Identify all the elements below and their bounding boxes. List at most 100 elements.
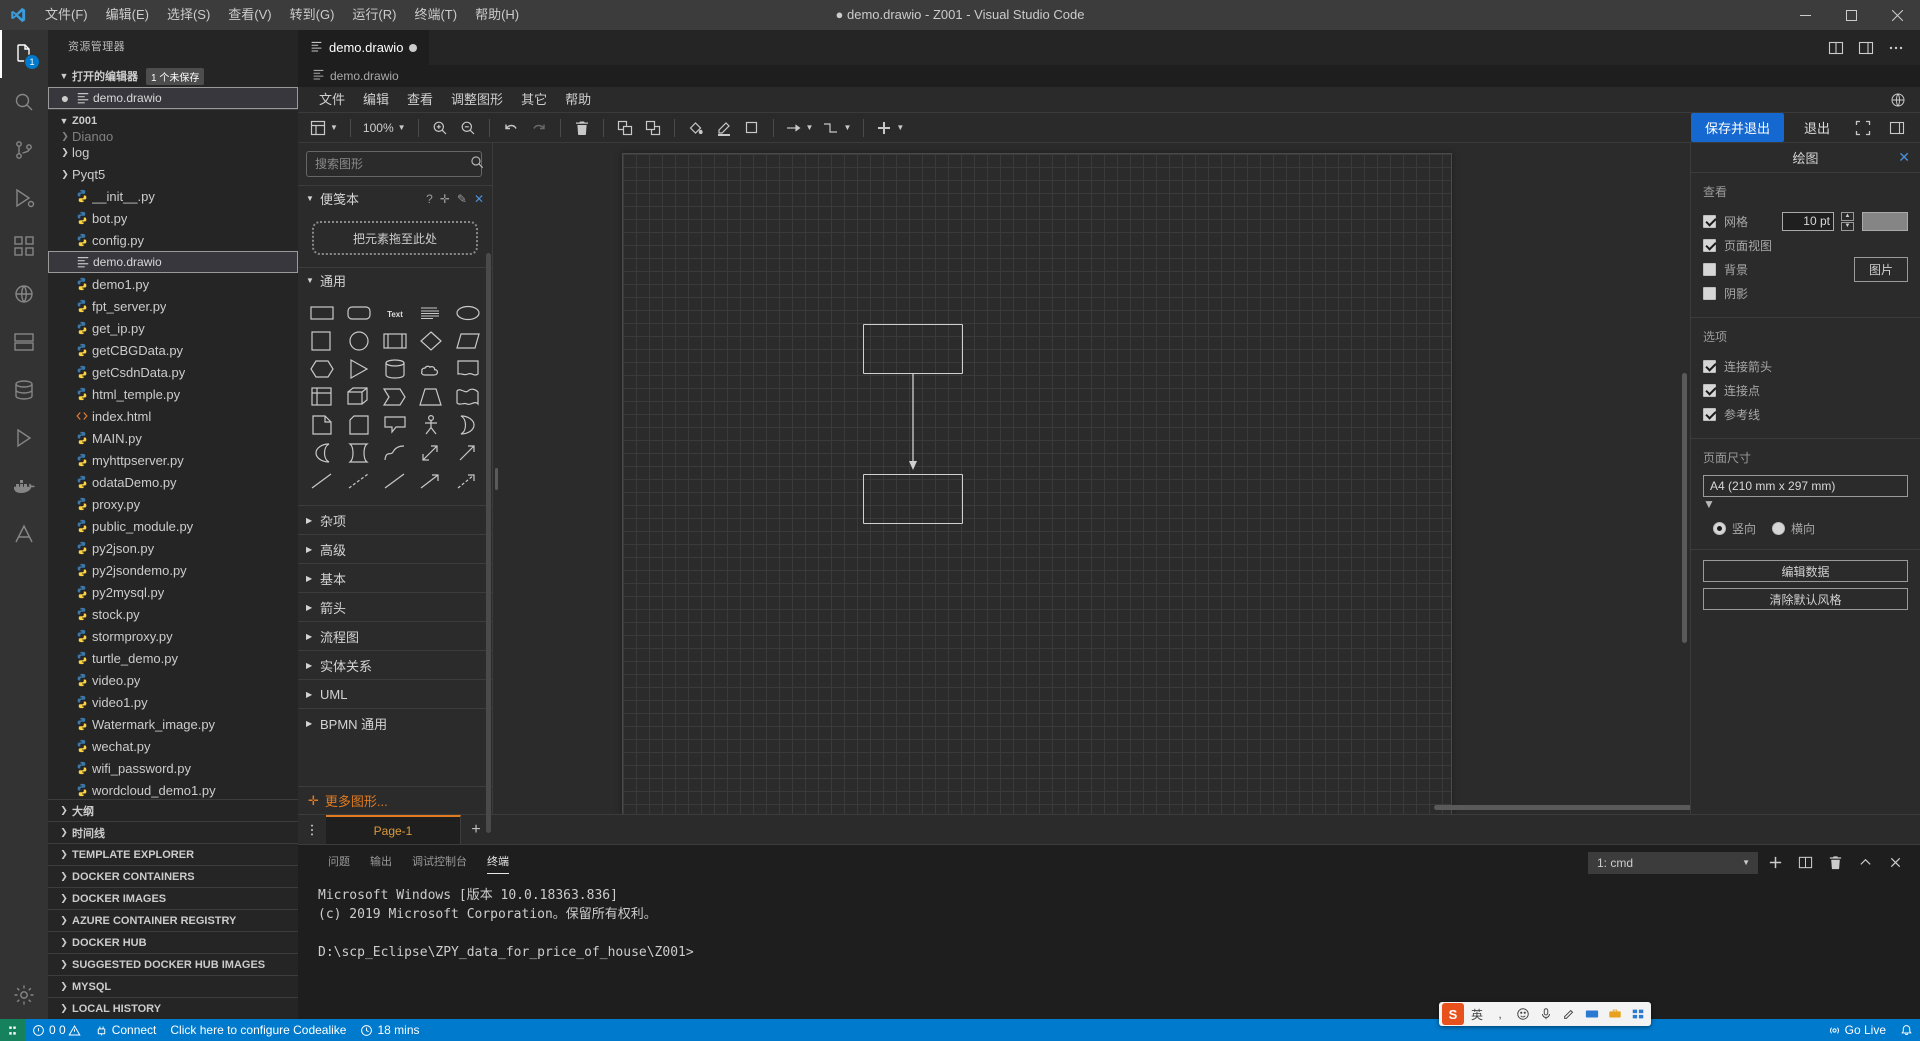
shape-tape[interactable] <box>450 383 486 411</box>
shape-document[interactable] <box>450 355 486 383</box>
shape-category-杂项[interactable]: ▶ 杂项 <box>298 505 492 534</box>
shape-category-BPMN 通用[interactable]: ▶ BPMN 通用 <box>298 708 492 737</box>
new-terminal-icon[interactable] <box>1762 850 1788 876</box>
menu-edit[interactable]: 编辑(E) <box>97 0 158 30</box>
shape-and[interactable] <box>304 439 340 467</box>
delete-icon[interactable] <box>569 115 595 141</box>
orientation-landscape[interactable]: 横向 <box>1772 520 1815 537</box>
tree-file-demo1-py[interactable]: demo1.py <box>48 273 298 295</box>
sidebar-item-server[interactable] <box>0 318 48 366</box>
panel-tabs[interactable]: 问题 输出 调试控制台 终端 1: cmd ▼ <box>298 845 1920 880</box>
mic-icon[interactable] <box>1536 1004 1556 1024</box>
shape-category-基本[interactable]: ▶ 基本 <box>298 563 492 592</box>
shape-category-实体关系[interactable]: ▶ 实体关系 <box>298 650 492 679</box>
shape-square[interactable] <box>304 327 340 355</box>
sidebar-item-database[interactable] <box>0 366 48 414</box>
fullscreen-icon[interactable] <box>1850 115 1876 141</box>
page-menu-icon[interactable] <box>298 815 326 844</box>
sogou-logo-icon[interactable]: S <box>1442 1003 1464 1025</box>
panel-actions[interactable]: 1: cmd ▼ <box>1588 850 1920 876</box>
tree-file-bot-py[interactable]: bot.py <box>48 207 298 229</box>
tree-file-odatademo-py[interactable]: odataDemo.py <box>48 471 298 493</box>
tree-file-getcsdndata-py[interactable]: getCsdnData.py <box>48 361 298 383</box>
panel-tab-output[interactable]: 输出 <box>360 845 402 880</box>
diagram-page[interactable] <box>622 153 1452 814</box>
page-tab-page-1[interactable]: Page-1 <box>326 815 461 844</box>
shape-directional-connector[interactable] <box>413 467 449 495</box>
terminal-selector[interactable]: 1: cmd ▼ <box>1588 851 1758 874</box>
connection-arrows-checkbox[interactable] <box>1703 359 1716 373</box>
drawio-menubar[interactable]: 文件 编辑 查看 调整图形 其它 帮助 <box>298 87 1920 113</box>
menu-icon[interactable] <box>1628 1004 1648 1024</box>
drawio-menu-extras[interactable]: 其它 <box>512 87 556 113</box>
diagram-node-1[interactable] <box>863 324 963 374</box>
format-panel-icon[interactable] <box>1884 115 1910 141</box>
section-template-explorer[interactable]: ❯ TEMPLATE EXPLORER <box>48 843 298 865</box>
close-icon[interactable]: ✕ <box>474 192 484 206</box>
tree-file-video-py[interactable]: video.py <box>48 669 298 691</box>
diagram-node-2[interactable] <box>863 474 963 524</box>
close-button[interactable] <box>1874 0 1920 30</box>
scratchpad-actions[interactable]: ? ✛ ✎ ✕ <box>426 192 484 206</box>
tree-file-video1-py[interactable]: video1.py <box>48 691 298 713</box>
background-checkbox[interactable] <box>1703 262 1716 276</box>
zoom-out-icon[interactable] <box>455 115 481 141</box>
ime-mode-label[interactable]: 英 <box>1467 1004 1487 1024</box>
section-docker-containers[interactable]: ❯ DOCKER CONTAINERS <box>48 865 298 887</box>
menu-go[interactable]: 转到(G) <box>281 0 344 30</box>
tree-file-wechat-py[interactable]: wechat.py <box>48 735 298 757</box>
drawio-menu-edit[interactable]: 编辑 <box>354 87 398 113</box>
shape-card[interactable] <box>340 411 376 439</box>
tree-folder-pyqt5[interactable]: ❯ Pyqt5 <box>48 163 298 185</box>
add-icon[interactable]: ✛ <box>440 192 450 206</box>
grid-size-input[interactable]: 10 pt <box>1782 211 1834 231</box>
clear-default-style-button[interactable]: 清除默认风格 <box>1703 588 1908 610</box>
zoom-level-button[interactable]: 100% ▼ <box>359 115 410 141</box>
toolbox-icon[interactable] <box>1605 1004 1625 1024</box>
page-size-select[interactable]: A4 (210 mm x 297 mm) <box>1703 475 1908 497</box>
drawio-toolbar[interactable]: ▼ 100% ▼ ▼ ▼ ▼ 保存并退出 退出 <box>298 113 1920 143</box>
guides-checkbox[interactable] <box>1703 407 1716 421</box>
tree-file-py2mysql-py[interactable]: py2mysql.py <box>48 581 298 603</box>
status-codealike-config[interactable]: Click here to configure Codealike <box>163 1019 353 1041</box>
grid-controls[interactable]: 10 pt ▲ ▼ <box>1782 211 1908 231</box>
menu-terminal[interactable]: 终端(T) <box>405 0 466 30</box>
sidebar-item-explorer[interactable]: 1 <box>0 30 48 78</box>
tree-folder-django[interactable]: ❯ Django <box>48 131 298 141</box>
tree-file-html-temple-py[interactable]: html_temple.py <box>48 383 298 405</box>
tree-file-watermark-image-py[interactable]: Watermark_image.py <box>48 713 298 735</box>
search-icon[interactable] <box>470 155 484 174</box>
status-problems[interactable]: 0 0 <box>25 1019 88 1041</box>
stepper-down-icon[interactable]: ▼ <box>1841 221 1854 231</box>
sidebar-item-search[interactable] <box>0 78 48 126</box>
tree-file-wifi-password-py[interactable]: wifi_password.py <box>48 757 298 779</box>
grid-size-stepper[interactable]: ▲ ▼ <box>1841 211 1854 231</box>
to-front-icon[interactable] <box>612 115 638 141</box>
section-timeline[interactable]: ❯ 时间线 <box>48 821 298 843</box>
shape-circle[interactable] <box>340 327 376 355</box>
canvas-vertical-scrollbar[interactable] <box>1682 373 1687 643</box>
section-mysql[interactable]: ❯ MYSQL <box>48 975 298 997</box>
shape-arrow[interactable] <box>450 439 486 467</box>
landscape-radio[interactable] <box>1772 522 1786 535</box>
more-shapes-button[interactable]: ✛ 更多图形... <box>298 786 492 814</box>
sidebar-item-extensions[interactable] <box>0 222 48 270</box>
menu-view[interactable]: 查看(V) <box>219 0 280 30</box>
tree-file-main-py[interactable]: MAIN.py <box>48 427 298 449</box>
more-actions-icon[interactable] <box>1882 34 1910 62</box>
fill-color-icon[interactable] <box>683 115 709 141</box>
section-docker-hub[interactable]: ❯ DOCKER HUB <box>48 931 298 953</box>
undo-icon[interactable] <box>498 115 524 141</box>
page-view-checkbox[interactable] <box>1703 238 1716 252</box>
line-color-icon[interactable] <box>711 115 737 141</box>
shape-cube[interactable] <box>340 383 376 411</box>
shape-callout[interactable] <box>377 411 413 439</box>
status-time-tracked[interactable]: 18 mins <box>353 1019 426 1041</box>
terminal-output[interactable]: Microsoft Windows [版本 10.0.18363.836] (c… <box>298 880 1920 1019</box>
comma-icon[interactable]: , <box>1490 1004 1510 1024</box>
shape-data-storage[interactable] <box>340 439 376 467</box>
connection-icon[interactable]: ▼ <box>782 115 818 141</box>
to-back-icon[interactable] <box>640 115 666 141</box>
window-controls[interactable] <box>1782 0 1920 30</box>
canvas-horizontal-scrollbar[interactable] <box>1434 805 1690 810</box>
